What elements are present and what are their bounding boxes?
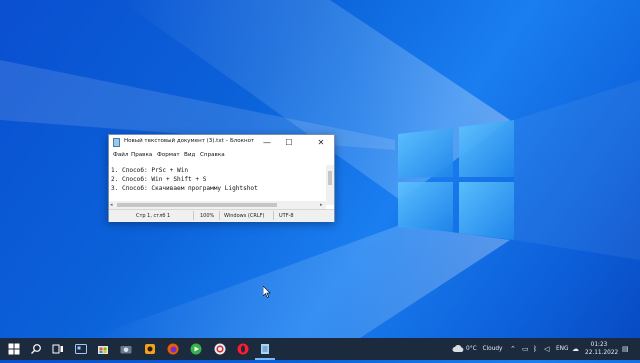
line-endings: Windows (CRLF): [224, 213, 265, 219]
menu-view[interactable]: Вид: [184, 152, 195, 158]
widgets-icon[interactable]: [75, 343, 87, 355]
vertical-scroll-thumb[interactable]: [328, 171, 332, 185]
windows-start-icon[interactable]: [8, 343, 20, 355]
cursor-position: Стр 1, стлб 1: [136, 213, 171, 219]
mouse-cursor-icon: [263, 286, 271, 298]
vertical-scrollbar[interactable]: [326, 165, 334, 205]
onedrive-icon[interactable]: ☁: [572, 338, 579, 360]
scroll-left-icon[interactable]: ◂: [110, 201, 113, 209]
notifications-icon[interactable]: ▤: [622, 338, 629, 360]
game-icon[interactable]: [144, 343, 156, 355]
close-button[interactable]: ✕: [310, 135, 332, 150]
menu-format[interactable]: Формат: [157, 152, 180, 158]
status-bar: Стр 1, стлб 1 100% Windows (CRLF) UTF-8: [109, 209, 334, 222]
title-bar[interactable]: Новый текстовый документ (3).txt – Блокн…: [109, 135, 334, 150]
firefox-icon[interactable]: [167, 343, 179, 355]
notepad-window[interactable]: Новый текстовый документ (3).txt – Блокн…: [108, 134, 335, 222]
weather-condition: Cloudy: [482, 346, 503, 352]
notepad-icon[interactable]: [259, 343, 271, 355]
minimize-button[interactable]: —: [256, 135, 278, 150]
media-icon[interactable]: [190, 343, 202, 355]
opera-icon[interactable]: [237, 343, 249, 355]
text-editor[interactable]: 1. Способ: PrSc + Win 2. Способ: Win + S…: [109, 165, 326, 205]
menu-help[interactable]: Справка: [200, 152, 225, 158]
notepad-app-icon: [113, 138, 120, 147]
status-divider: [273, 211, 274, 220]
text-line-2: 2. Способ: Win + Shift + S: [111, 176, 207, 183]
clock-time: 01:23: [590, 342, 608, 348]
tray-chevron-icon[interactable]: ⌃: [510, 338, 516, 360]
horizontal-scroll-thumb[interactable]: [117, 203, 277, 207]
menu-bar: Файл Правка Формат Вид Справка: [109, 150, 334, 160]
menu-file[interactable]: Файл: [113, 152, 128, 158]
taskbar: 0°C Cloudy ⌃ ▭ ᛒ ◁ ENG ☁ 01:23 22.11.202…: [0, 338, 640, 360]
volume-icon[interactable]: ◁: [544, 338, 549, 360]
camera-icon[interactable]: [120, 343, 132, 355]
zoom-level: 100%: [200, 213, 215, 219]
menu-edit[interactable]: Правка: [131, 152, 152, 158]
clock-date: 22.11.2022: [585, 350, 619, 356]
vpn-icon[interactable]: [214, 343, 226, 355]
horizontal-scrollbar[interactable]: ◂ ▸: [109, 201, 326, 209]
task-view-icon[interactable]: [52, 343, 64, 355]
bluetooth-icon[interactable]: ᛒ: [533, 338, 537, 360]
weather-widget[interactable]: 0°C Cloudy: [466, 338, 502, 360]
text-line-3: 3. Способ: Скачиваем программу Lightshot: [111, 185, 258, 192]
encoding: UTF-8: [279, 213, 294, 219]
store-icon[interactable]: [97, 343, 109, 355]
weather-temp: 0°C: [466, 346, 477, 352]
scroll-right-icon[interactable]: ▸: [320, 201, 323, 209]
network-icon[interactable]: ▭: [522, 338, 529, 360]
search-icon[interactable]: [30, 343, 42, 355]
language-indicator[interactable]: ENG: [556, 338, 569, 360]
status-divider: [219, 211, 220, 220]
window-title: Новый текстовый документ (3).txt – Блокн…: [124, 138, 255, 144]
status-divider: [193, 211, 194, 220]
cloud-icon: [452, 345, 464, 352]
text-line-1: 1. Способ: PrSc + Win: [111, 167, 189, 174]
maximize-button[interactable]: ☐: [278, 135, 300, 150]
